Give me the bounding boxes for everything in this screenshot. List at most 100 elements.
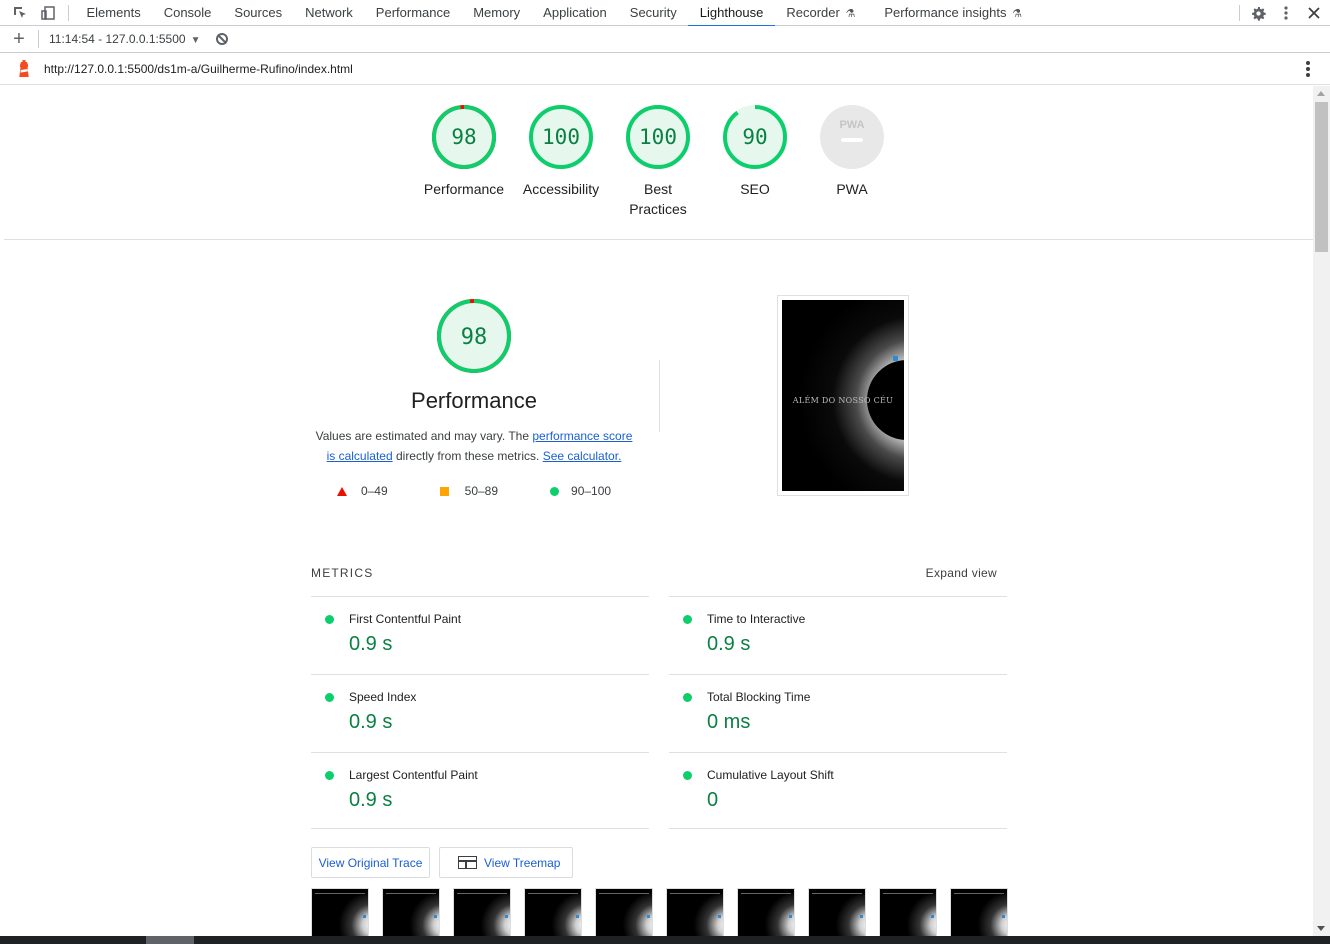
gauge-label: Best Practices <box>608 179 708 219</box>
pwa-badge-text: PWA <box>839 119 864 131</box>
experiment-flask-icon: ⚗ <box>1012 7 1022 20</box>
legend-pass: 90–100 <box>550 484 611 498</box>
scrollbar-thumb[interactable] <box>1315 102 1328 252</box>
gauge-value: 90 <box>742 125 767 149</box>
gauge-accessibility[interactable]: 100 Accessibility <box>511 104 611 199</box>
gauge-best-practices[interactable]: 100 Best Practices <box>608 104 708 219</box>
tab-sources[interactable]: Sources <box>223 0 294 26</box>
filmstrip-frame <box>453 888 511 936</box>
lighthouse-report: 98 Performance 100 Accessibility 100 Bes… <box>4 86 1313 936</box>
button-label: View Original Trace <box>318 855 423 870</box>
metric-value: 0.9 s <box>349 711 393 733</box>
performance-score-gauge: 98 <box>437 299 511 373</box>
metric-largest-contentful-paint: Largest Contentful Paint 0.9 s <box>311 752 649 830</box>
expand-view-toggle[interactable]: Expand view <box>926 566 997 580</box>
tab-console[interactable]: Console <box>152 0 223 26</box>
tab-elements[interactable]: Elements <box>75 0 152 26</box>
settings-gear-icon[interactable] <box>1244 0 1272 26</box>
filmstrip-frame <box>382 888 440 936</box>
score-scale-legend: 0–49 50–89 90–100 <box>304 484 644 498</box>
report-menu-icon[interactable] <box>1306 61 1310 77</box>
metric-cumulative-layout-shift: Cumulative Layout Shift 0 <box>669 752 1007 830</box>
description-text: Values are estimated and may vary. The <box>315 429 533 443</box>
close-icon[interactable] <box>1300 0 1328 26</box>
view-treemap-button[interactable]: View Treemap <box>439 847 573 878</box>
average-square-icon <box>439 486 449 496</box>
tab-label: Lighthouse <box>699 4 764 20</box>
gauge-label: PWA <box>836 181 868 197</box>
metrics-divider <box>311 828 649 829</box>
gauge-seo[interactable]: 90 SEO <box>705 104 805 199</box>
filmstrip-frame <box>808 888 866 936</box>
device-toolbar-icon[interactable] <box>34 0 62 26</box>
tab-lighthouse[interactable]: Lighthouse <box>688 0 775 27</box>
metric-name: First Contentful Paint <box>349 612 462 626</box>
pass-circle-icon <box>550 486 560 496</box>
tab-label: Elements <box>86 4 141 20</box>
more-options-icon[interactable] <box>1272 0 1300 26</box>
tab-security[interactable]: Security <box>618 0 688 26</box>
pass-circle-icon <box>683 771 692 780</box>
report-url-bar: http://127.0.0.1:5500/ds1m-a/Guilherme-R… <box>0 53 1330 85</box>
tab-network[interactable]: Network <box>294 0 365 26</box>
tab-label: Console <box>163 4 212 20</box>
report-scrollbar[interactable] <box>1313 86 1330 936</box>
final-screenshot[interactable]: ALÉM DO NOSSO CÉU <box>777 295 909 496</box>
legend-range: 90–100 <box>571 484 612 498</box>
clear-reports-icon[interactable] <box>216 33 229 45</box>
tab-label: Security <box>629 4 677 20</box>
performance-summary: 98 Performance Values are estimated and … <box>304 298 644 498</box>
see-calculator-link[interactable]: See calculator. <box>543 449 622 463</box>
inspect-element-icon[interactable] <box>6 0 34 26</box>
fail-triangle-icon <box>336 486 347 496</box>
tab-performance[interactable]: Performance <box>364 0 461 26</box>
metrics-divider <box>669 828 1007 829</box>
score-gauge-icon: 100 <box>529 105 593 169</box>
gauge-label: SEO <box>740 181 770 197</box>
score-summary-header: 98 Performance 100 Accessibility 100 Bes… <box>4 86 1313 240</box>
scroll-down-arrow-icon[interactable] <box>1317 926 1325 931</box>
taskbar-segment <box>146 936 194 944</box>
tab-memory[interactable]: Memory <box>462 0 532 26</box>
scroll-up-arrow-icon[interactable] <box>1317 91 1325 96</box>
metric-name: Largest Contentful Paint <box>349 768 478 782</box>
performance-score-value: 98 <box>461 325 488 350</box>
metric-first-contentful-paint: First Contentful Paint 0.9 s <box>311 596 649 674</box>
tab-label: Recorder <box>786 4 840 20</box>
filmstrip-frame <box>950 888 1008 936</box>
gauge-value: 100 <box>542 125 580 149</box>
screenshot-button-graphic <box>893 356 898 361</box>
metric-value: 0.9 s <box>707 633 751 655</box>
metric-value: 0.9 s <box>349 633 393 655</box>
filmstrip-frame <box>666 888 724 936</box>
tab-application[interactable]: Application <box>532 0 619 26</box>
pass-circle-icon <box>325 771 334 780</box>
tab-performance-insights[interactable]: Performance insights ⚗ <box>873 0 1034 26</box>
metric-name: Speed Index <box>349 690 417 704</box>
plus-icon[interactable]: + <box>0 26 38 52</box>
treemap-icon <box>458 856 477 869</box>
report-url[interactable]: http://127.0.0.1:5500/ds1m-a/Guilherme-R… <box>44 62 353 76</box>
metric-name: Time to Interactive <box>707 612 806 626</box>
score-gauge-icon: 90 <box>723 105 787 169</box>
tab-label: Application <box>543 4 607 20</box>
filmstrip-frame <box>524 888 582 936</box>
pass-circle-icon <box>683 693 692 702</box>
link-text: performance score <box>532 429 633 443</box>
view-original-trace-button[interactable]: View Original Trace <box>311 847 430 878</box>
gauge-performance[interactable]: 98 Performance <box>414 104 514 199</box>
tab-label: Sources <box>234 4 283 20</box>
metric-total-blocking-time: Total Blocking Time 0 ms <box>669 674 1007 752</box>
lighthouse-logo-icon <box>19 59 29 77</box>
report-select-dropdown[interactable]: 11:14:54 - 127.0.0.1:5500 ▼ <box>49 32 200 46</box>
metrics-header: METRICS Expand view <box>311 566 1007 580</box>
filmstrip-frame <box>879 888 937 936</box>
gauge-label: Performance <box>423 181 505 197</box>
taskbar-strip <box>0 936 1330 944</box>
pass-circle-icon <box>325 615 334 624</box>
gauge-pwa[interactable]: PWA PWA <box>802 104 902 199</box>
gauge-value: 100 <box>639 125 677 149</box>
toolbar-divider <box>68 4 69 21</box>
button-label: View Treemap <box>484 855 561 870</box>
tab-recorder[interactable]: Recorder ⚗ <box>775 0 867 26</box>
